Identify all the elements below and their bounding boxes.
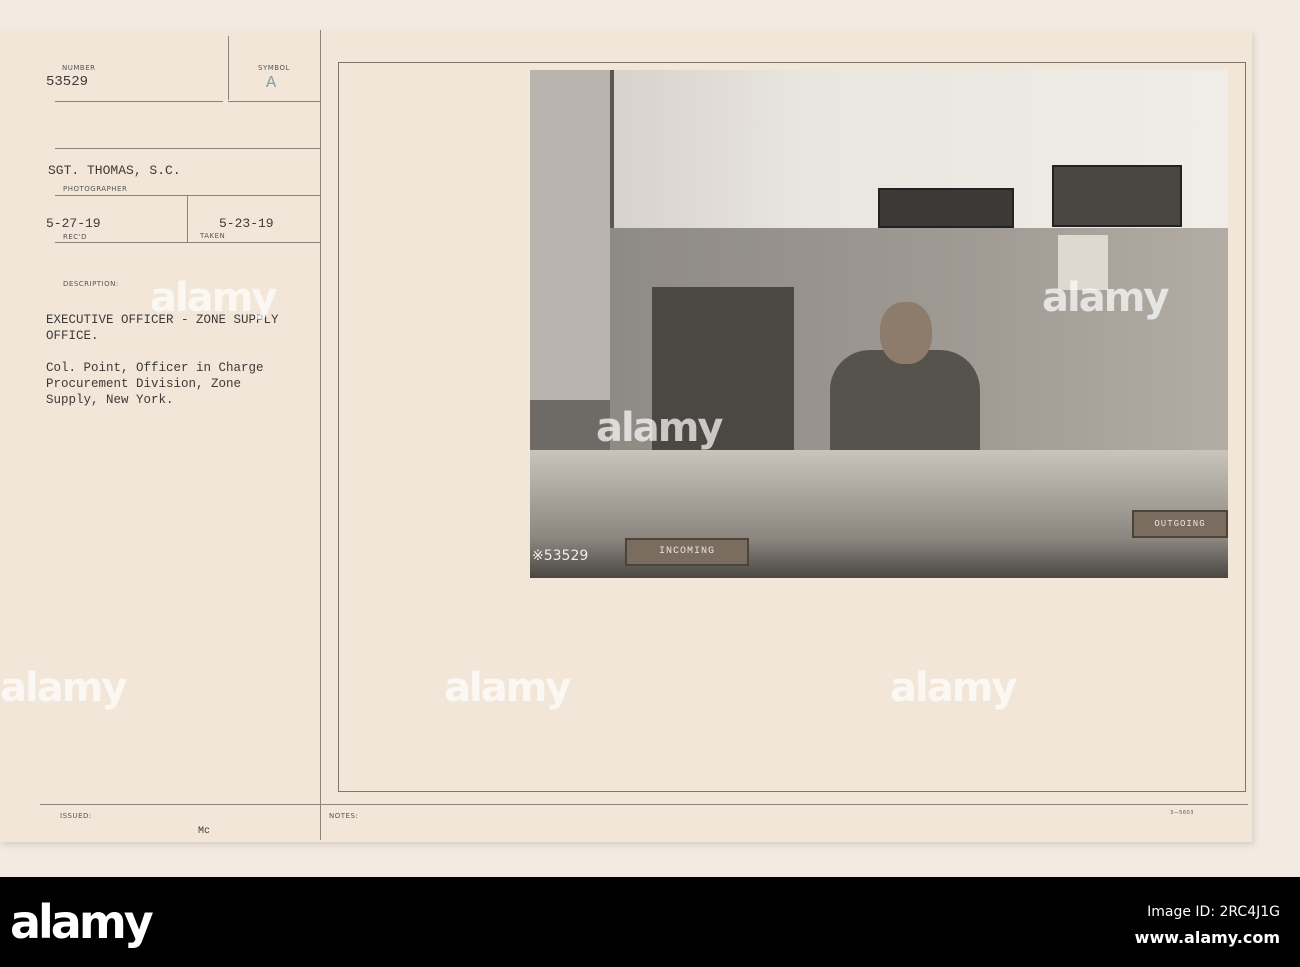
watermark: alamy <box>444 665 571 711</box>
notes-label: NOTES: <box>329 812 359 820</box>
watermark: alamy <box>0 665 127 711</box>
watermark: alamy <box>890 665 1017 711</box>
description-label: DESCRIPTION: <box>63 280 119 288</box>
photograph: INCOMING OUTGOING ※53529 <box>530 70 1228 578</box>
incoming-tray-label: INCOMING <box>625 538 749 566</box>
symbol-label: SYMBOL <box>258 64 290 72</box>
photographer-value: SGT. THOMAS, S.C. <box>48 163 181 178</box>
site-link[interactable]: www.alamy.com <box>1135 925 1280 951</box>
watermark: alamy <box>150 275 277 321</box>
issued-initials: Mc <box>198 826 211 837</box>
photographer-label: PHOTOGRAPHER <box>63 185 128 193</box>
taken-label: TAKEN <box>200 232 226 240</box>
symbol-value: A <box>266 74 277 93</box>
description-text: EXECUTIVE OFFICER - ZONE SUPPLY OFFICE. … <box>46 313 279 407</box>
negative-number: ※53529 <box>532 548 589 564</box>
received-label: REC'D <box>63 233 87 241</box>
watermark: alamy <box>596 405 723 451</box>
outgoing-tray-label: OUTGOING <box>1132 510 1228 538</box>
issued-label: ISSUED: <box>60 812 92 820</box>
footer-bar: alamy Image ID: 2RC4J1G www.alamy.com <box>0 877 1300 967</box>
number-value: 53529 <box>46 74 89 90</box>
watermark: alamy <box>1042 275 1169 321</box>
image-id: Image ID: 2RC4J1G <box>1147 904 1280 920</box>
number-label: NUMBER <box>62 64 96 72</box>
form-number: 3—5603 <box>1170 810 1194 816</box>
received-date: 5-27-19 <box>46 216 101 231</box>
taken-date: 5-23-19 <box>219 216 274 231</box>
alamy-logo[interactable]: alamy <box>10 895 154 949</box>
